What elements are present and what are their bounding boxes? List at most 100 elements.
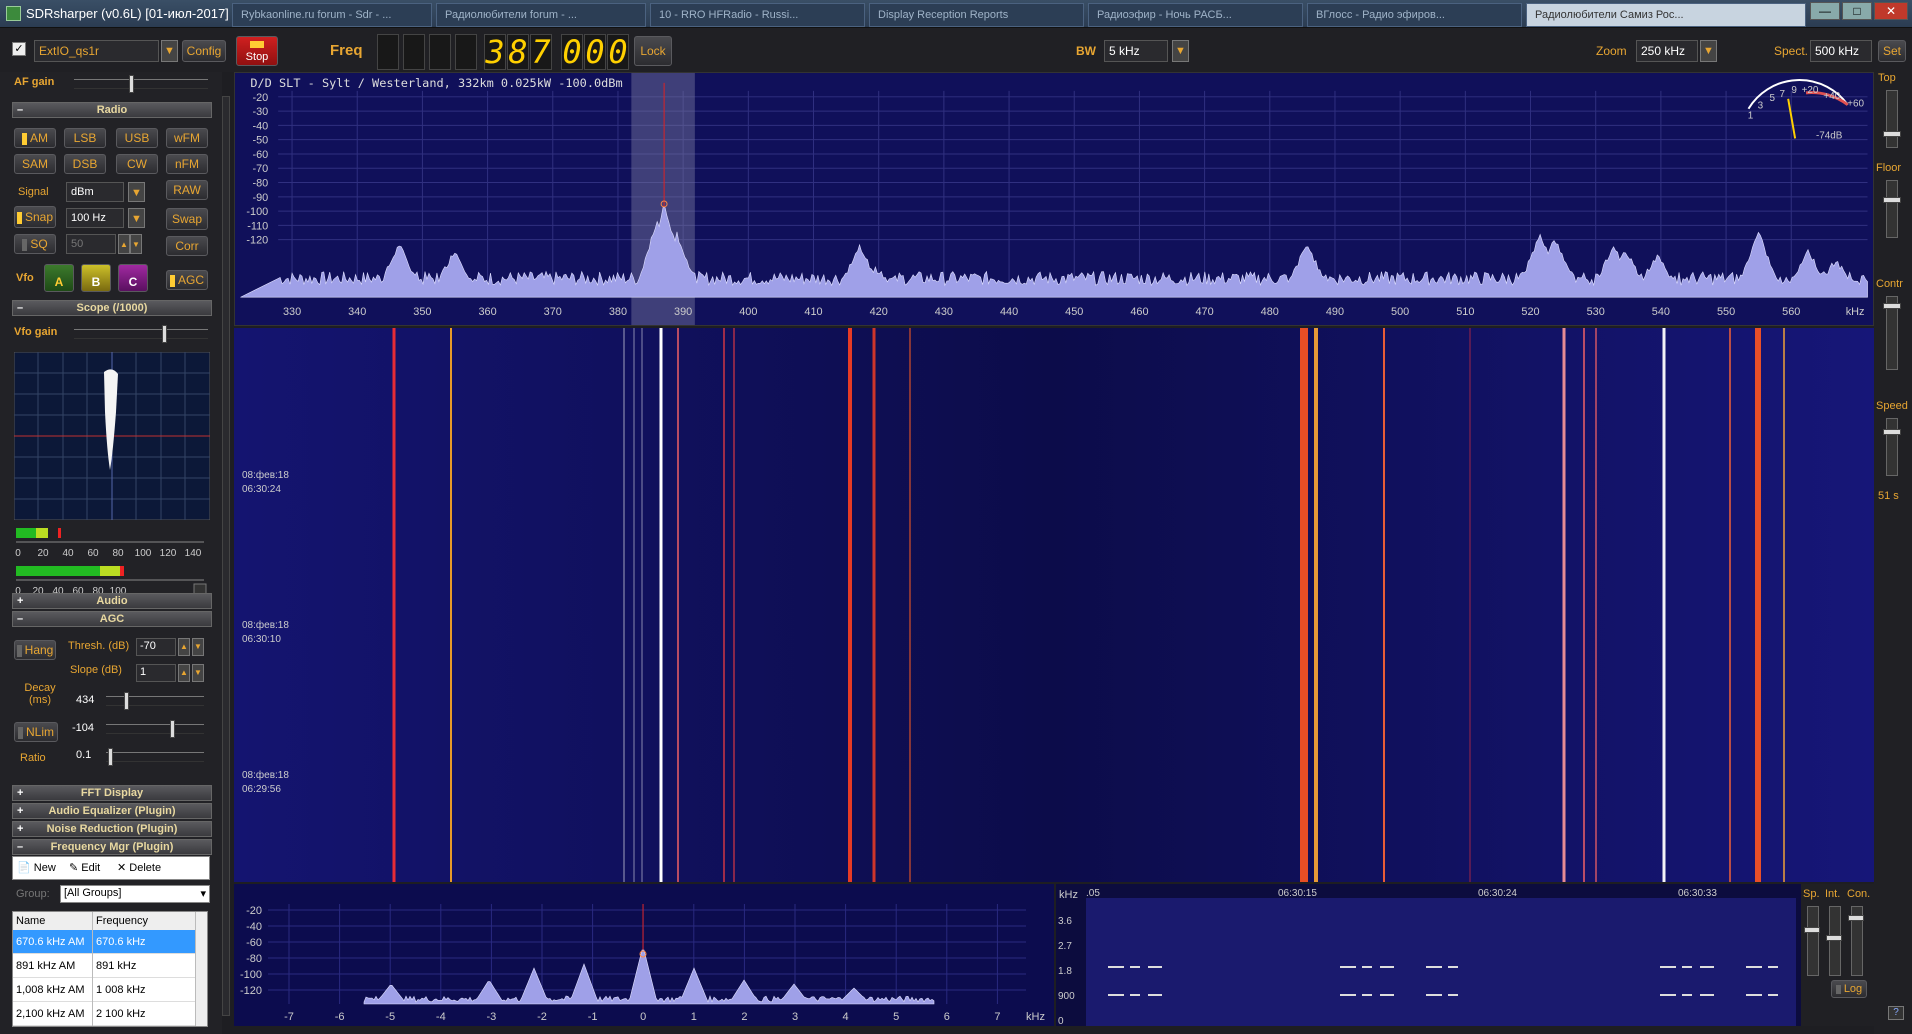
frequency-mgr-section-header[interactable]: – Frequency Mgr (Plugin)	[12, 839, 212, 855]
sp-slider[interactable]	[1804, 906, 1820, 976]
audio-waterfall-display[interactable]: kHz 3.6 2.7 1.8 900 0 .05 06:30:15 06:30:24 06:…	[1056, 884, 1801, 1026]
agc-section-header[interactable]: – AGC	[12, 611, 212, 627]
browser-tab-5[interactable]: Радиоэфир - Ночь РАСБ...	[1088, 3, 1303, 27]
sq-down-arrow-icon[interactable]: ▼	[130, 234, 142, 254]
raw-button[interactable]: RAW	[166, 180, 208, 200]
source-select[interactable]: ExtIO_qs1r	[34, 40, 159, 62]
mode-am-button[interactable]: AM	[14, 128, 56, 148]
snap-step-select[interactable]: 100 Hz	[66, 208, 124, 228]
set-button[interactable]: Set	[1878, 40, 1906, 62]
column-name-header[interactable]: Name	[16, 912, 90, 930]
floor-slider[interactable]	[1883, 180, 1901, 238]
vfo-c-button[interactable]: C	[118, 264, 148, 292]
close-button[interactable]: ✕	[1874, 2, 1908, 20]
table-row[interactable]: 670.6 kHz AM 670.6 kHz	[13, 930, 207, 954]
fmgr-delete-button[interactable]: ✕ Delete	[117, 861, 161, 874]
sp-thumb[interactable]	[1804, 927, 1820, 933]
slope-up-arrow-icon[interactable]: ▲	[178, 664, 190, 682]
decay-thumb[interactable]	[124, 692, 129, 710]
thresh-down-arrow-icon[interactable]: ▼	[192, 638, 204, 656]
freq-digit[interactable]: 0	[584, 34, 606, 70]
freq-digit[interactable]: 8	[507, 34, 529, 70]
fft-display-section-header[interactable]: + FFT Display	[12, 785, 212, 801]
sq-button[interactable]: SQ	[14, 234, 56, 254]
audio-equalizer-section-header[interactable]: + Audio Equalizer (Plugin)	[12, 803, 212, 819]
mode-cw-button[interactable]: CW	[116, 154, 158, 174]
spectrum-display[interactable]: D/D SLT - Sylt / Westerland, 332km 0.025…	[234, 72, 1874, 326]
sq-level-input[interactable]: 50	[66, 234, 116, 254]
contrast-thumb[interactable]	[1883, 303, 1901, 309]
freq-digit-blank[interactable]	[377, 34, 399, 70]
zoom-select[interactable]: 250 kHz	[1636, 40, 1698, 62]
con-thumb[interactable]	[1848, 915, 1864, 921]
mode-nfm-button[interactable]: nFM	[166, 154, 208, 174]
freq-digit[interactable]: 7	[530, 34, 552, 70]
decay-slider[interactable]	[106, 692, 204, 710]
int-slider[interactable]	[1826, 906, 1842, 976]
maximize-button[interactable]: □	[1842, 2, 1872, 20]
floor-thumb[interactable]	[1883, 197, 1901, 203]
mode-lsb-button[interactable]: LSB	[64, 128, 106, 148]
table-scrollbar[interactable]	[195, 912, 207, 1026]
fmgr-new-button[interactable]: 📄 New	[17, 861, 56, 874]
vfo-a-button[interactable]: A	[44, 264, 74, 292]
browser-tab-2[interactable]: Радиолюбители forum - ...	[436, 3, 646, 27]
spect-select[interactable]: 500 kHz	[1810, 40, 1872, 62]
table-row[interactable]: 1,008 kHz AM 1 008 kHz	[13, 978, 207, 1002]
noise-reduction-section-header[interactable]: + Noise Reduction (Plugin)	[12, 821, 212, 837]
browser-tab-4[interactable]: Display Reception Reports	[869, 3, 1084, 27]
bw-dropdown-arrow-icon[interactable]: ▼	[1172, 40, 1189, 62]
freq-digit-blank[interactable]	[429, 34, 451, 70]
table-row[interactable]: 891 kHz AM 891 kHz	[13, 954, 207, 978]
top-slider[interactable]	[1883, 90, 1901, 148]
nlim-slider[interactable]	[106, 720, 204, 738]
vfo-gain-slider[interactable]	[74, 325, 208, 343]
fmgr-edit-button[interactable]: ✎ Edit	[69, 861, 100, 874]
sq-up-arrow-icon[interactable]: ▲	[118, 234, 130, 254]
browser-tab-3[interactable]: 10 - RRO HFRadio - Russi...	[650, 3, 865, 27]
int-thumb[interactable]	[1826, 935, 1842, 941]
signal-unit-select[interactable]: dBm	[66, 182, 124, 202]
bw-select[interactable]: 5 kHz	[1104, 40, 1168, 62]
freq-digit-blank[interactable]	[403, 34, 425, 70]
mode-wfm-button[interactable]: wFM	[166, 128, 208, 148]
scope-section-header[interactable]: – Scope (/1000)	[12, 300, 212, 316]
slope-input[interactable]: 1	[136, 664, 176, 682]
waterfall-display[interactable]: 08:фев:18 06:30:24 08:фев:18 06:30:10 08:фев…	[234, 328, 1874, 882]
stop-button[interactable]: Stop	[236, 36, 278, 66]
freq-digit[interactable]: 0	[561, 34, 583, 70]
config-button[interactable]: Config	[182, 40, 226, 62]
signal-dropdown-arrow-icon[interactable]: ▼	[128, 182, 145, 202]
con-slider[interactable]	[1848, 906, 1864, 976]
nlim-button[interactable]: NLim	[14, 722, 58, 742]
corr-button[interactable]: Corr	[166, 236, 208, 256]
radio-section-header[interactable]: – Radio	[12, 102, 212, 118]
thresh-input[interactable]: -70	[136, 638, 176, 656]
help-icon[interactable]: ?	[1888, 1006, 1904, 1020]
freq-digit[interactable]: 0	[607, 34, 629, 70]
browser-tab-7[interactable]: Радиолюбители Самиз Рос...	[1526, 3, 1806, 27]
snap-button[interactable]: Snap	[14, 206, 56, 228]
af-gain-slider[interactable]	[74, 75, 208, 93]
slope-down-arrow-icon[interactable]: ▼	[192, 664, 204, 682]
hang-button[interactable]: Hang	[14, 640, 56, 660]
agc-toggle-button[interactable]: AGC	[166, 270, 208, 290]
freq-digit-blank[interactable]	[455, 34, 477, 70]
browser-tab-6[interactable]: ВГлосс - Радио эфиров...	[1307, 3, 1522, 27]
snap-dropdown-arrow-icon[interactable]: ▼	[128, 208, 145, 228]
source-enable-checkbox[interactable]: ✓	[12, 42, 26, 56]
ratio-slider[interactable]	[106, 748, 204, 766]
audio-spectrum-display[interactable]: -20 -40 -60 -80 -100 -120 -7 -6 -5 -4 -3 -2 -1 0 1 2 3 4…	[234, 884, 1054, 1026]
speed-thumb[interactable]	[1883, 429, 1901, 435]
log-button[interactable]: Log	[1831, 980, 1867, 998]
nlim-thumb[interactable]	[170, 720, 175, 738]
left-panel-scrollbar[interactable]	[222, 96, 230, 1016]
thresh-up-arrow-icon[interactable]: ▲	[178, 638, 190, 656]
table-row[interactable]: 2,100 kHz AM 2 100 kHz	[13, 1002, 207, 1026]
ratio-thumb[interactable]	[108, 748, 113, 766]
minimize-button[interactable]: —	[1810, 2, 1840, 20]
zoom-dropdown-arrow-icon[interactable]: ▼	[1700, 40, 1717, 62]
group-select[interactable]: [All Groups] ▾	[60, 885, 210, 903]
lock-button[interactable]: Lock	[634, 36, 672, 66]
source-dropdown-arrow-icon[interactable]: ▼	[161, 40, 178, 62]
